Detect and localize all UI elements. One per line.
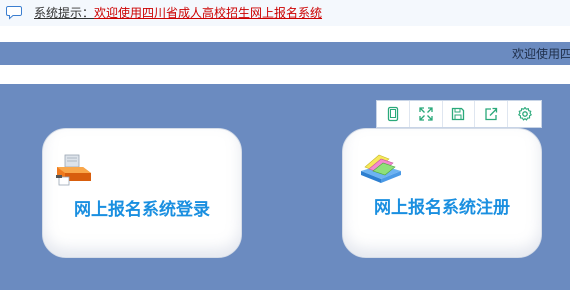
save-button[interactable] <box>443 101 476 127</box>
settings-button[interactable] <box>508 101 541 127</box>
tablet-icon <box>387 106 399 122</box>
tablet-button[interactable] <box>377 101 410 127</box>
save-icon <box>452 107 465 121</box>
notice-text: 系统提示：欢迎使用四川省成人高校招生网上报名系统 <box>34 5 322 21</box>
login-card[interactable]: 网上报名系统登录 <box>42 128 242 258</box>
fullscreen-button[interactable] <box>410 101 443 127</box>
gear-icon <box>517 106 532 121</box>
register-card[interactable]: 网上报名系统注册 <box>342 128 542 258</box>
page-toolbar <box>376 100 542 128</box>
notice-message-link[interactable]: 欢迎使用四川省成人高校招生网上报名系统 <box>94 6 322 20</box>
fullscreen-icon <box>419 107 433 121</box>
books-icon <box>359 149 403 185</box>
speech-bubble-icon <box>6 5 22 20</box>
share-button[interactable] <box>475 101 509 127</box>
system-notice-bar: 系统提示：欢迎使用四川省成人高校招生网上报名系统 <box>0 0 570 26</box>
printer-icon <box>53 153 97 187</box>
welcome-band <box>0 42 570 65</box>
register-card-label: 网上报名系统注册 <box>374 198 510 218</box>
welcome-marquee-text: 欢迎使用四 <box>512 47 570 61</box>
share-icon <box>485 107 498 121</box>
notice-prefix: 系统提示： <box>34 6 95 20</box>
login-card-label: 网上报名系统登录 <box>74 200 210 220</box>
